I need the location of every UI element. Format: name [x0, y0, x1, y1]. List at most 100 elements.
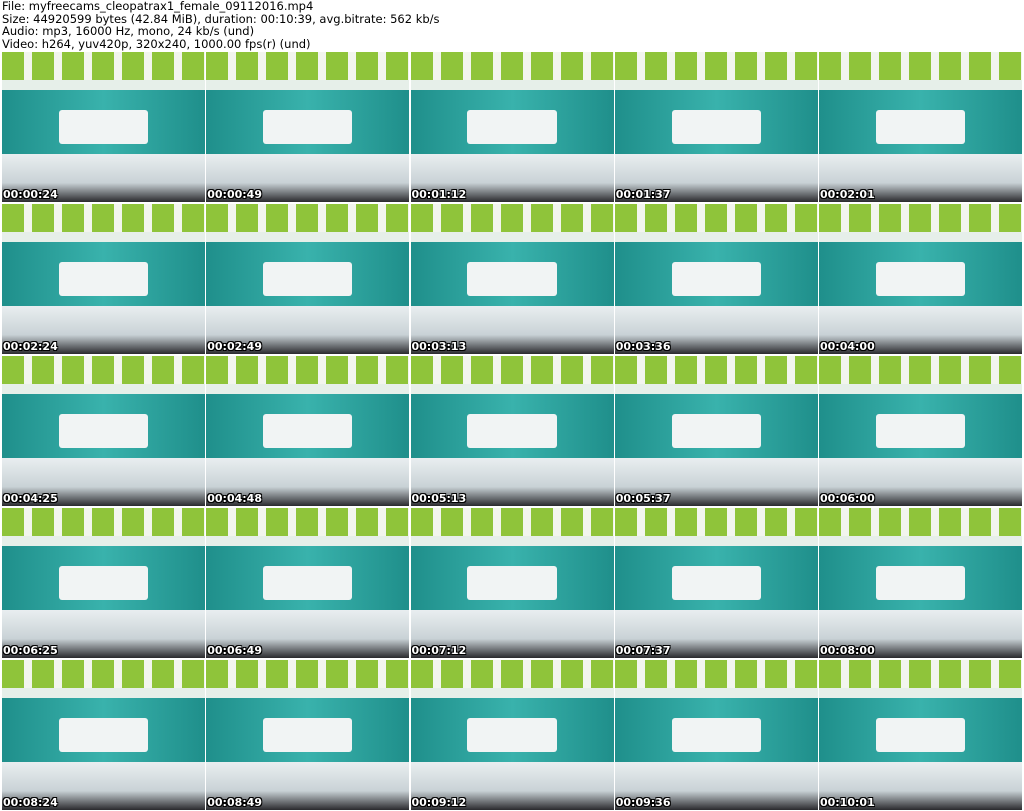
- headboard: [58, 718, 149, 752]
- headboard: [671, 414, 761, 448]
- video-thumbnail: 00:01:37: [614, 52, 818, 202]
- headboard: [467, 718, 557, 752]
- wall-stripes: [614, 660, 818, 688]
- wall-stripes: [206, 508, 410, 536]
- wall-band: [819, 232, 1022, 242]
- wall-band: [206, 536, 410, 546]
- video-thumbnail: 00:05:13: [410, 356, 614, 506]
- wall-band: [2, 232, 205, 242]
- wall-band: [614, 536, 818, 546]
- wall-stripes: [2, 52, 205, 80]
- wall-stripes: [206, 52, 410, 80]
- headboard: [875, 566, 966, 600]
- headboard: [875, 718, 966, 752]
- thumbnail-timestamp: 00:08:00: [820, 644, 875, 657]
- headboard: [58, 110, 149, 144]
- thumbnail-timestamp: 00:06:25: [3, 644, 58, 657]
- wall-band: [2, 80, 205, 90]
- headboard: [263, 718, 353, 752]
- wall-stripes: [206, 660, 410, 688]
- video-info: Video: h264, yuv420p, 320x240, 1000.00 f…: [2, 36, 311, 51]
- video-thumbnail: 00:02:49: [206, 204, 410, 354]
- thumbnail-timestamp: 00:05:37: [615, 492, 671, 505]
- video-thumbnail: 00:07:12: [410, 508, 614, 658]
- wall-stripes: [819, 508, 1022, 536]
- video-thumbnail: 00:03:36: [614, 204, 818, 354]
- wall-band: [410, 384, 614, 394]
- thumbnail-timestamp: 00:03:13: [411, 340, 467, 353]
- video-thumbnail: 00:10:01: [819, 660, 1022, 810]
- headboard: [263, 414, 353, 448]
- thumbnail-timestamp: 00:05:13: [411, 492, 467, 505]
- thumbnail-timestamp: 00:10:01: [820, 796, 875, 809]
- headboard: [263, 110, 353, 144]
- video-thumbnail: 00:09:36: [614, 660, 818, 810]
- video-thumbnail: 00:01:12: [410, 52, 614, 202]
- wall-stripes: [614, 508, 818, 536]
- thumbnail-timestamp: 00:07:12: [411, 644, 467, 657]
- thumbnail-timestamp: 00:02:01: [820, 188, 875, 201]
- thumbnail-timestamp: 00:04:00: [820, 340, 875, 353]
- wall-band: [614, 384, 818, 394]
- video-thumbnail: 00:02:01: [819, 52, 1022, 202]
- wall-band: [614, 688, 818, 698]
- video-thumbnail: 00:06:00: [819, 356, 1022, 506]
- wall-band: [410, 536, 614, 546]
- wall-stripes: [2, 508, 205, 536]
- headboard: [875, 110, 966, 144]
- wall-band: [819, 688, 1022, 698]
- wall-stripes: [2, 356, 205, 384]
- wall-band: [614, 232, 818, 242]
- wall-band: [410, 688, 614, 698]
- headboard: [875, 262, 966, 296]
- wall-band: [206, 384, 410, 394]
- file-name: File: myfreecams_cleopatrax1_female_0911…: [2, 0, 314, 13]
- wall-band: [410, 232, 614, 242]
- headboard: [263, 566, 353, 600]
- wall-stripes: [206, 356, 410, 384]
- thumbnail-timestamp: 00:08:24: [3, 796, 58, 809]
- headboard: [467, 110, 557, 144]
- thumbnail-timestamp: 00:09:12: [411, 796, 467, 809]
- thumbnail-timestamp: 00:04:25: [3, 492, 58, 505]
- headboard: [671, 110, 761, 144]
- wall-band: [819, 384, 1022, 394]
- headboard: [58, 566, 149, 600]
- wall-stripes: [614, 356, 818, 384]
- wall-band: [819, 80, 1022, 90]
- wall-band: [2, 384, 205, 394]
- wall-stripes: [819, 52, 1022, 80]
- video-thumbnail: 00:04:48: [206, 356, 410, 506]
- thumbnail-timestamp: 00:00:49: [207, 188, 262, 201]
- headboard: [467, 262, 557, 296]
- wall-band: [206, 688, 410, 698]
- headboard: [58, 414, 149, 448]
- video-thumbnail: 00:00:49: [206, 52, 410, 202]
- wall-stripes: [410, 356, 614, 384]
- audio-info: Audio: mp3, 16000 Hz, mono, 24 kb/s (und…: [2, 24, 255, 38]
- wall-stripes: [819, 356, 1022, 384]
- wall-stripes: [410, 660, 614, 688]
- headboard: [671, 718, 761, 752]
- thumbnail-grid: 00:00:24 00:00:49 00:01:12 00:01:37 00:02:01…: [2, 52, 1022, 810]
- video-thumbnail: 00:00:24: [2, 52, 205, 202]
- thumbnail-timestamp: 00:01:37: [615, 188, 671, 201]
- video-thumbnail: 00:04:25: [2, 356, 205, 506]
- headboard: [263, 262, 353, 296]
- video-thumbnail: 00:05:37: [614, 356, 818, 506]
- video-thumbnail: 00:03:13: [410, 204, 614, 354]
- video-thumbnail: 00:09:12: [410, 660, 614, 810]
- wall-band: [2, 688, 205, 698]
- file-info-header: File: myfreecams_cleopatrax1_female_0911…: [2, 0, 440, 50]
- wall-stripes: [410, 508, 614, 536]
- wall-band: [614, 80, 818, 90]
- headboard: [875, 414, 966, 448]
- video-thumbnail: 00:02:24: [2, 204, 205, 354]
- wall-stripes: [819, 660, 1022, 688]
- wall-band: [206, 80, 410, 90]
- video-thumbnail: 00:04:00: [819, 204, 1022, 354]
- thumbnail-timestamp: 00:02:49: [207, 340, 262, 353]
- video-thumbnail: 00:08:24: [2, 660, 205, 810]
- wall-stripes: [614, 204, 818, 232]
- headboard: [467, 566, 557, 600]
